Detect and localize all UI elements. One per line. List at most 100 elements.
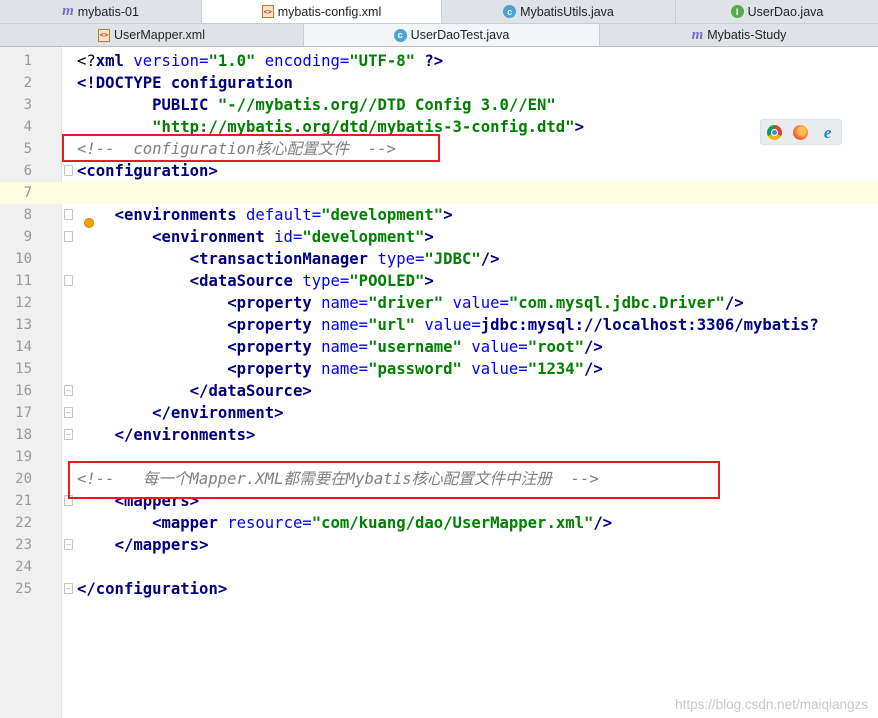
fold-toggle-icon[interactable]: [64, 209, 73, 220]
code-line[interactable]: 23 </mappers>: [0, 534, 878, 556]
tab-label: UserDao.java: [747, 4, 824, 19]
code-text[interactable]: </mappers>: [77, 534, 209, 556]
browser-preview-toolbar: e: [760, 119, 842, 145]
line-number: 15: [15, 361, 32, 377]
chrome-icon[interactable]: [766, 124, 782, 140]
fold-toggle-icon[interactable]: [64, 275, 73, 286]
tab-label: MybatisUtils.java: [520, 4, 614, 19]
fold-end-icon[interactable]: [64, 539, 73, 550]
code-text[interactable]: <transactionManager type="JDBC"/>: [77, 248, 500, 270]
tab-mybatis-config-xml[interactable]: <> mybatis-config.xml: [202, 0, 442, 23]
code-text[interactable]: <!-- configuration核心配置文件 -->: [77, 138, 396, 160]
tab-mybatisutils-java[interactable]: c MybatisUtils.java: [442, 0, 676, 23]
line-number: 5: [23, 141, 32, 157]
code-line[interactable]: 22 <mapper resource="com/kuang/dao/UserM…: [0, 512, 878, 534]
fold-toggle-icon[interactable]: [64, 165, 73, 176]
tab-mybatis-study[interactable]: m Mybatis-Study: [600, 24, 878, 46]
fold-toggle-icon[interactable]: [64, 495, 73, 506]
internet-explorer-icon[interactable]: e: [820, 124, 835, 141]
code-text[interactable]: <!-- 每一个Mapper.XML都需要在Mybatis核心配置文件中注册 -…: [77, 468, 599, 490]
firefox-icon[interactable]: [793, 124, 809, 140]
code-text[interactable]: <?xml version="1.0" encoding="UTF-8" ?>: [77, 50, 443, 72]
tab-userdaotest-java[interactable]: c UserDaoTest.java: [304, 24, 600, 46]
line-number: 11: [15, 273, 32, 289]
tab-userdao-java[interactable]: I UserDao.java: [676, 0, 878, 23]
code-line[interactable]: 16 </dataSource>: [0, 380, 878, 402]
tab-mybatis-01[interactable]: m mybatis-01: [0, 0, 202, 23]
code-text[interactable]: <mapper resource="com/kuang/dao/UserMapp…: [77, 512, 612, 534]
code-line[interactable]: 6 <configuration>: [0, 160, 878, 182]
code-line[interactable]: 19: [0, 446, 878, 468]
code-text[interactable]: <configuration>: [77, 160, 218, 182]
code-line[interactable]: 15 <property name="password" value="1234…: [0, 358, 878, 380]
line-number: 14: [15, 339, 32, 355]
code-line[interactable]: 24: [0, 556, 878, 578]
line-number: 24: [15, 559, 32, 575]
code-line[interactable]: 7: [0, 182, 878, 204]
interface-i-icon: I: [730, 5, 744, 18]
code-line[interactable]: 21 <mappers>: [0, 490, 878, 512]
code-line[interactable]: 1 <?xml version="1.0" encoding="UTF-8" ?>: [0, 50, 878, 72]
code-line[interactable]: 25 </configuration>: [0, 578, 878, 600]
line-number: 18: [15, 427, 32, 443]
class-c-icon: c: [503, 5, 517, 18]
code-text[interactable]: PUBLIC "-//mybatis.org//DTD Config 3.0//…: [77, 94, 556, 116]
fold-end-icon[interactable]: [64, 429, 73, 440]
code-text[interactable]: <property name="driver" value="com.mysql…: [77, 292, 743, 314]
fold-end-icon[interactable]: [64, 385, 73, 396]
line-number: 3: [23, 97, 32, 113]
editor-tab-bar-secondary: <> UserMapper.xml c UserDaoTest.java m M…: [0, 24, 878, 47]
line-number: 16: [15, 383, 32, 399]
code-line[interactable]: 10 <transactionManager type="JDBC"/>: [0, 248, 878, 270]
class-c-icon: c: [393, 28, 407, 42]
code-line[interactable]: 13 <property name="url" value=jdbc:mysql…: [0, 314, 878, 336]
code-line[interactable]: 11 <dataSource type="POOLED">: [0, 270, 878, 292]
code-text[interactable]: <dataSource type="POOLED">: [77, 270, 434, 292]
module-m-icon: m: [62, 3, 74, 19]
intention-bulb-icon[interactable]: [84, 218, 94, 228]
fold-end-icon[interactable]: [64, 583, 73, 594]
code-text[interactable]: </configuration>: [77, 578, 227, 600]
code-line[interactable]: 20 <!-- 每一个Mapper.XML都需要在Mybatis核心配置文件中注册…: [0, 468, 878, 490]
line-number: 20: [15, 471, 32, 487]
code-line[interactable]: 12 <property name="driver" value="com.my…: [0, 292, 878, 314]
tab-label: mybatis-01: [77, 4, 139, 19]
code-editor[interactable]: 1 <?xml version="1.0" encoding="UTF-8" ?>…: [0, 47, 878, 718]
line-number: 7: [23, 185, 32, 201]
tab-usermapper-xml[interactable]: <> UserMapper.xml: [0, 24, 304, 46]
code-line[interactable]: 8 <environments default="development">: [0, 204, 878, 226]
code-text[interactable]: <environment id="development">: [77, 226, 434, 248]
code-text[interactable]: <property name="url" value=jdbc:mysql://…: [77, 314, 819, 336]
code-text[interactable]: <environments default="development">: [77, 204, 453, 226]
code-text[interactable]: <property name="password" value="1234"/>: [77, 358, 603, 380]
line-number: 23: [15, 537, 32, 553]
code-text[interactable]: </environments>: [77, 424, 256, 446]
line-number: 19: [15, 449, 32, 465]
tab-label: Mybatis-Study: [707, 28, 787, 42]
code-line[interactable]: 2 <!DOCTYPE configuration: [0, 72, 878, 94]
line-number: 12: [15, 295, 32, 311]
code-text[interactable]: <property name="username" value="root"/>: [77, 336, 603, 358]
code-line[interactable]: 17 </environment>: [0, 402, 878, 424]
code-line[interactable]: 4 "http://mybatis.org/dtd/mybatis-3-conf…: [0, 116, 878, 138]
line-number: 17: [15, 405, 32, 421]
code-line[interactable]: 18 </environments>: [0, 424, 878, 446]
line-number: 6: [23, 163, 32, 179]
code-text[interactable]: "http://mybatis.org/dtd/mybatis-3-config…: [77, 116, 584, 138]
code-text[interactable]: <!DOCTYPE configuration: [77, 72, 293, 94]
tab-label: mybatis-config.xml: [277, 4, 382, 19]
code-line[interactable]: 5 <!-- configuration核心配置文件 -->: [0, 138, 878, 160]
code-text[interactable]: </dataSource>: [77, 380, 312, 402]
code-line[interactable]: 14 <property name="username" value="root…: [0, 336, 878, 358]
xml-file-icon: <>: [261, 5, 274, 18]
fold-end-icon[interactable]: [64, 407, 73, 418]
line-number: 1: [23, 53, 32, 69]
tab-label: UserMapper.xml: [114, 28, 205, 42]
editor-tab-bar-primary: m mybatis-01 <> mybatis-config.xml c Myb…: [0, 0, 878, 24]
code-line[interactable]: 9 <environment id="development">: [0, 226, 878, 248]
line-number: 10: [15, 251, 32, 267]
code-text[interactable]: <mappers>: [77, 490, 200, 512]
fold-toggle-icon[interactable]: [64, 231, 73, 242]
code-line[interactable]: 3 PUBLIC "-//mybatis.org//DTD Config 3.0…: [0, 94, 878, 116]
code-text[interactable]: </environment>: [77, 402, 283, 424]
